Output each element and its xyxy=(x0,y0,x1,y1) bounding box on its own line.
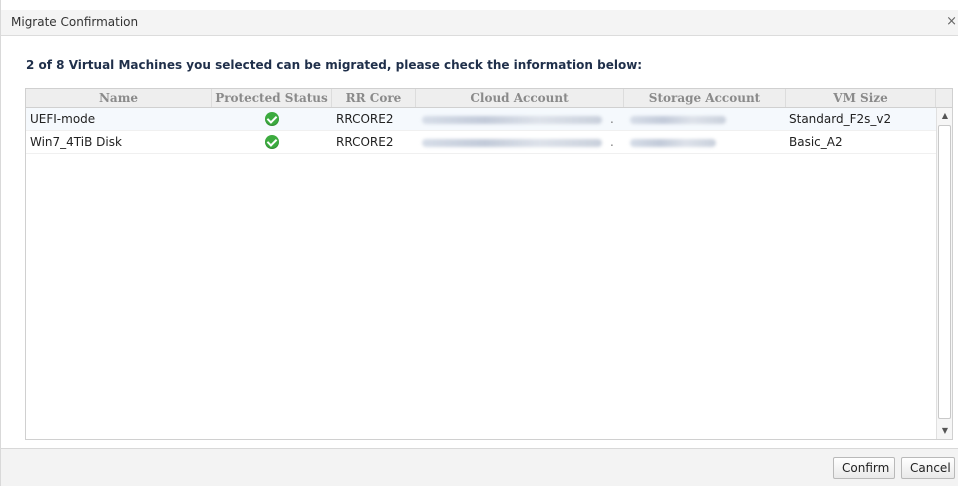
protected-status-cell xyxy=(216,131,328,153)
protected-status-cell xyxy=(216,108,328,130)
scroll-down-arrow-icon[interactable]: ▼ xyxy=(937,423,953,439)
vm-name-cell: Win7_4TiB Disk xyxy=(30,135,122,149)
vm-size-cell: Standard_F2s_v2 xyxy=(789,112,892,126)
column-header-rr-core[interactable]: RR Core xyxy=(332,89,416,107)
separator-dot: . xyxy=(610,135,614,149)
scroll-thumb[interactable] xyxy=(938,125,951,419)
dialog-titlebar: Migrate Confirmation × xyxy=(1,10,958,36)
rr-core-cell: RRCORE2 xyxy=(336,112,394,126)
vm-grid: Name Protected Status RR Core Cloud Acco… xyxy=(25,88,953,440)
redacted-cloud-account xyxy=(422,138,602,147)
check-icon xyxy=(265,111,279,126)
confirm-button[interactable]: Confirm xyxy=(833,457,895,479)
column-header-storage-account[interactable]: Storage Account xyxy=(624,89,786,107)
cloud-account-cell: . xyxy=(416,108,621,130)
storage-account-cell xyxy=(624,108,784,130)
cancel-button[interactable]: Cancel xyxy=(901,457,955,479)
scroll-up-arrow-icon[interactable]: ▲ xyxy=(937,108,953,124)
redacted-storage-account xyxy=(630,115,726,124)
close-icon[interactable]: × xyxy=(946,14,957,29)
vm-size-cell: Basic_A2 xyxy=(789,135,843,149)
cloud-account-cell: . xyxy=(416,131,621,153)
column-header-vm-size[interactable]: VM Size xyxy=(786,89,936,107)
dialog-title: Migrate Confirmation xyxy=(11,15,139,29)
column-header-cloud-account[interactable]: Cloud Account xyxy=(416,89,624,107)
vm-name-cell: UEFI-mode xyxy=(30,112,96,126)
redacted-storage-account xyxy=(630,138,716,147)
migrate-confirmation-dialog: Migrate Confirmation × 2 of 8 Virtual Ma… xyxy=(0,0,958,486)
column-header-protected-status[interactable]: Protected Status xyxy=(212,89,332,107)
dialog-footer: Confirm Cancel xyxy=(1,448,958,486)
redacted-cloud-account xyxy=(422,115,602,124)
separator-dot: . xyxy=(610,112,614,126)
storage-account-cell xyxy=(624,131,784,153)
grid-header: Name Protected Status RR Core Cloud Acco… xyxy=(26,89,952,108)
migration-message: 2 of 8 Virtual Machines you selected can… xyxy=(26,58,643,72)
column-header-name[interactable]: Name xyxy=(26,89,212,107)
table-row[interactable]: Win7_4TiB Disk RRCORE2 . Basic_A2 xyxy=(26,131,936,154)
table-row[interactable]: UEFI-mode RRCORE2 . Standard_F2s_v2 xyxy=(26,108,936,131)
check-icon xyxy=(265,134,279,149)
grid-scrollbar[interactable]: ▲ ▼ xyxy=(936,108,952,439)
rr-core-cell: RRCORE2 xyxy=(336,135,394,149)
